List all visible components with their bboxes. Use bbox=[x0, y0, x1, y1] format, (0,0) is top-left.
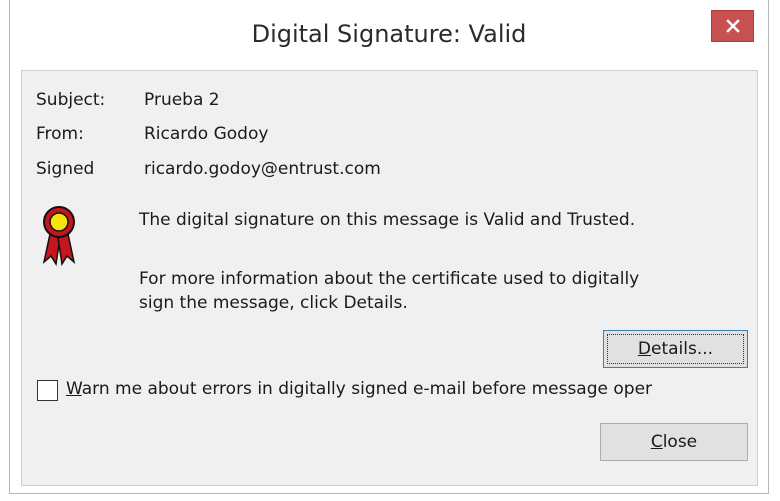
close-label: Close bbox=[650, 432, 698, 452]
close-icon bbox=[725, 19, 740, 33]
signed-value: ricardo.godoy@entrust.com bbox=[144, 159, 381, 179]
signed-label: Signed bbox=[36, 159, 95, 179]
info-message-line1: For more information about the certifica… bbox=[139, 269, 640, 289]
from-label: From: bbox=[36, 124, 84, 144]
info-message-line2: sign the message, click Details. bbox=[139, 293, 408, 313]
warn-errors-label[interactable]: Warn me about errors in digitally signed… bbox=[66, 379, 758, 399]
dialog-title: Digital Signature: Valid bbox=[251, 20, 527, 48]
ribbon-award-icon bbox=[42, 206, 76, 266]
subject-value: Prueba 2 bbox=[144, 90, 220, 110]
details-label: Details... bbox=[637, 339, 714, 359]
signature-valid-message: The digital signature on this message is… bbox=[139, 210, 636, 230]
close-button[interactable]: Close bbox=[600, 423, 748, 461]
details-button[interactable]: Details... bbox=[603, 330, 748, 368]
warn-errors-checkbox[interactable] bbox=[37, 380, 58, 401]
from-value: Ricardo Godoy bbox=[144, 124, 269, 144]
dialog-window: Digital Signature: Valid Subject: Prueba… bbox=[9, 0, 769, 494]
dialog-body: Subject: Prueba 2 From: Ricardo Godoy Si… bbox=[21, 70, 758, 486]
title-close-button[interactable] bbox=[711, 10, 754, 42]
title-bar[interactable]: Digital Signature: Valid bbox=[10, 0, 768, 64]
subject-label: Subject: bbox=[36, 90, 106, 110]
